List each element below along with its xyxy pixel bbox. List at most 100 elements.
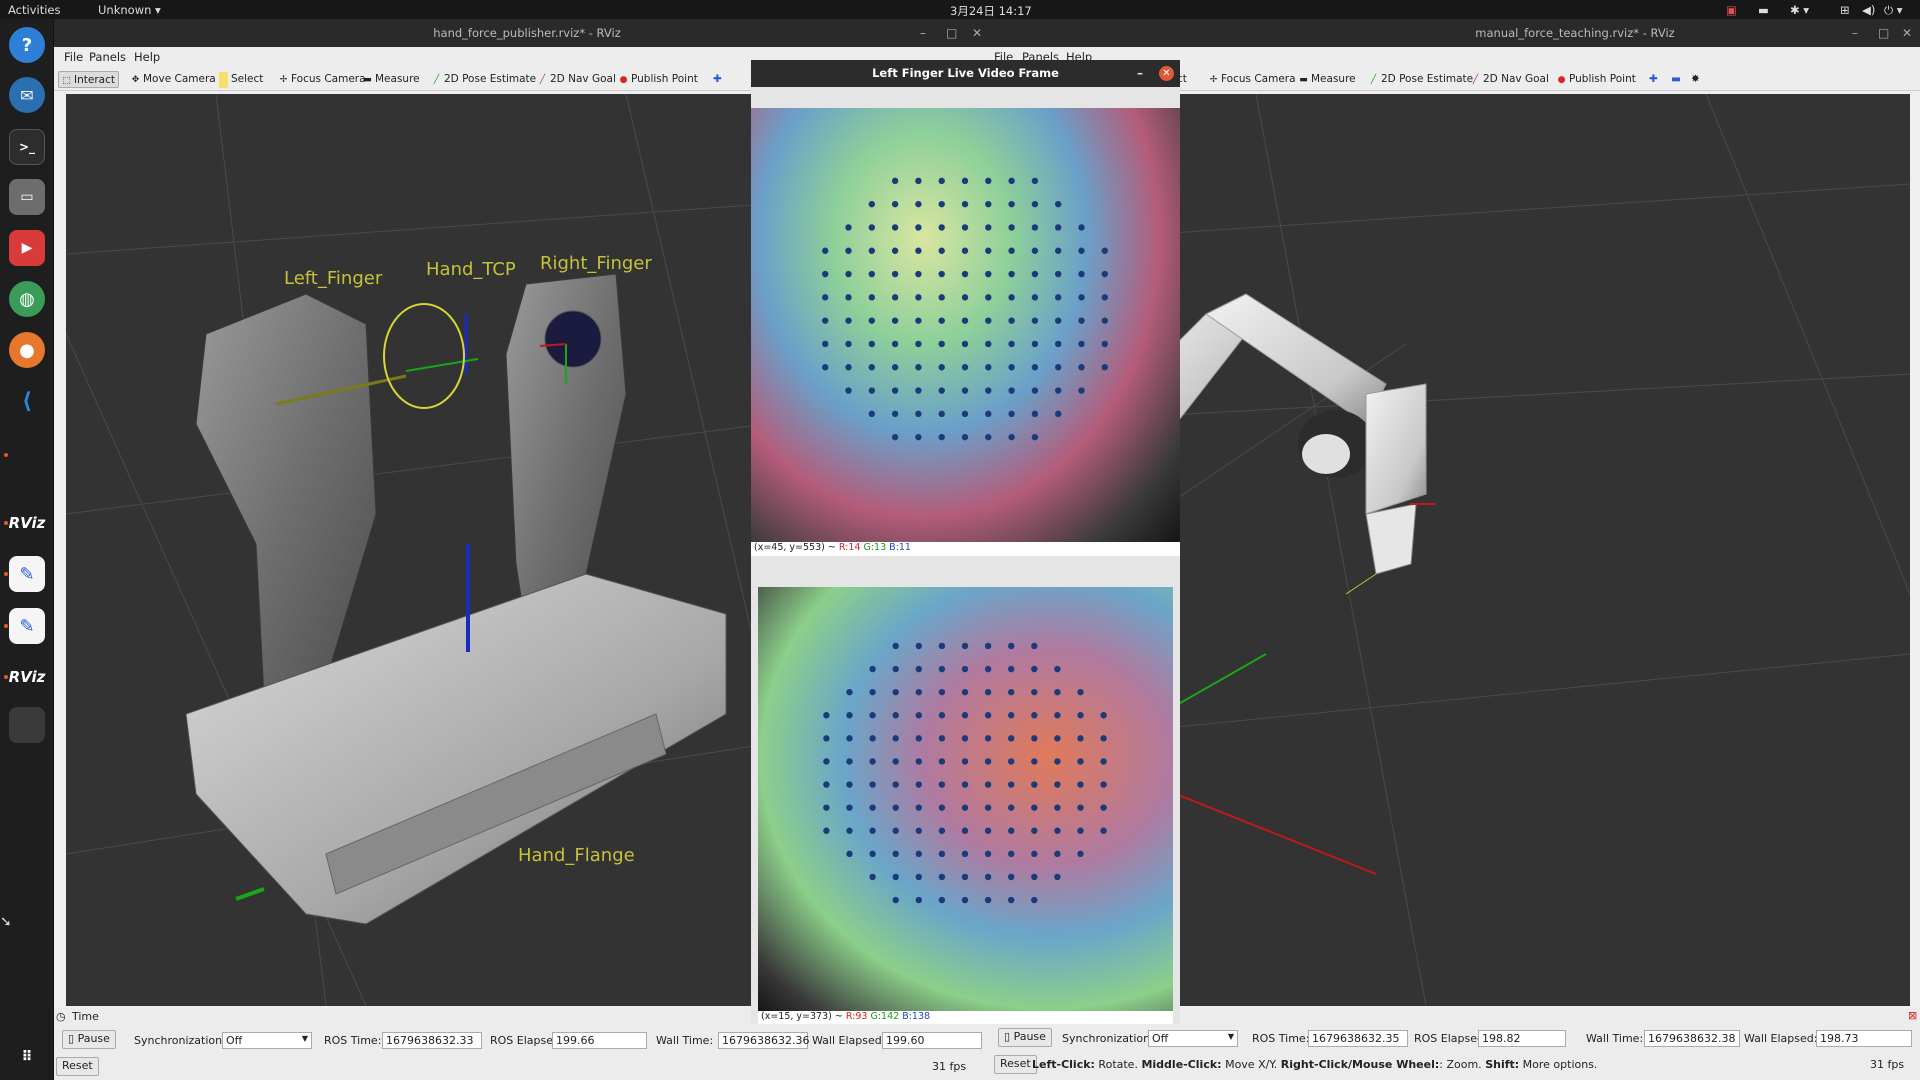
top-frame[interactable] bbox=[751, 108, 1180, 542]
volume-icon[interactable]: ◀) bbox=[1862, 3, 1875, 17]
wall-time-field[interactable]: 1679638632.38 bbox=[1644, 1030, 1740, 1047]
marker-dot bbox=[1055, 317, 1062, 324]
app-menu[interactable]: Unknown ▾ bbox=[98, 3, 161, 17]
menu-file[interactable]: File bbox=[64, 50, 83, 64]
close-panel-icon[interactable]: ⊠ bbox=[1908, 1009, 1917, 1022]
video-frame-app-icon[interactable] bbox=[9, 707, 45, 743]
files-icon[interactable]: ▭ bbox=[9, 179, 45, 215]
help-icon[interactable]: ? bbox=[9, 27, 45, 63]
tool-2d-pose-estimate[interactable]: ╱ 2D Pose Estimate bbox=[429, 71, 539, 88]
window-titlebar[interactable]: Left Finger Live Video Frame – ✕ bbox=[751, 60, 1180, 87]
marker-dot bbox=[869, 850, 876, 858]
tool-measure[interactable]: ▬ Measure bbox=[360, 71, 423, 88]
tool-measure[interactable]: ▬ Measure bbox=[1296, 71, 1359, 88]
keyboard-indicator-icon[interactable]: ▬ bbox=[1758, 3, 1769, 17]
sync-select[interactable]: Off ▼ bbox=[1148, 1030, 1238, 1047]
marker-dot bbox=[1031, 804, 1038, 811]
window-titlebar[interactable]: hand_force_publisher.rviz* - RViz – □ ✕ bbox=[54, 19, 1000, 47]
marker-dot bbox=[846, 804, 853, 811]
activities-button[interactable]: Activities bbox=[8, 3, 60, 17]
interact-icon: ⬚ bbox=[62, 76, 71, 86]
marker-dot bbox=[1054, 712, 1061, 719]
marker-dot bbox=[1054, 873, 1061, 881]
marker-dot bbox=[915, 827, 922, 834]
tool-focus-camera[interactable]: ✢ Focus Camera bbox=[276, 71, 369, 88]
tool-properties-icon[interactable]: ✸ bbox=[1688, 71, 1703, 88]
pdf-viewer-icon[interactable]: ▶ bbox=[9, 230, 45, 266]
firefox-icon[interactable]: ● bbox=[9, 332, 45, 368]
add-tool-button[interactable]: ✚ bbox=[710, 71, 725, 88]
wall-elapsed-field[interactable]: 199.60 bbox=[882, 1032, 982, 1049]
app-grid-icon[interactable]: ⠿ bbox=[9, 1039, 45, 1075]
window-titlebar[interactable]: manual_force_teaching.rviz* - RViz – □ ✕ bbox=[990, 19, 1920, 47]
tool-2d-nav-goal[interactable]: ╱ 2D Nav Goal bbox=[1468, 71, 1552, 88]
wall-time-field[interactable]: 1679638632.36 bbox=[718, 1032, 809, 1049]
marker-dot bbox=[985, 340, 992, 348]
network-icon[interactable]: ⊞ bbox=[1840, 3, 1850, 17]
marker-dot bbox=[1008, 177, 1015, 185]
terminal-icon[interactable]: >_ bbox=[9, 129, 45, 165]
text-editor-icon[interactable]: ✎ bbox=[9, 556, 45, 592]
marker-dot bbox=[985, 387, 992, 394]
browser-icon[interactable]: ◍ bbox=[9, 281, 45, 317]
pause-button[interactable]: ▯ Pause bbox=[62, 1030, 116, 1049]
vscode-icon[interactable]: ⟨ bbox=[9, 383, 45, 419]
ros-time-field[interactable]: 1679638632.33 bbox=[382, 1032, 482, 1049]
rviz-icon[interactable]: RViz bbox=[9, 659, 46, 695]
maximize-icon[interactable]: □ bbox=[1878, 19, 1889, 47]
tool-publish-point[interactable]: ● Publish Point bbox=[616, 71, 701, 88]
ros-elapsed-field[interactable]: 198.82 bbox=[1478, 1030, 1566, 1047]
tool-publish-point[interactable]: ● Publish Point bbox=[1554, 71, 1639, 88]
window-title: manual_force_teaching.rviz* - RViz bbox=[1475, 26, 1675, 40]
close-icon[interactable]: ✕ bbox=[1159, 66, 1174, 81]
accessibility-icon[interactable]: ✱ ▾ bbox=[1790, 3, 1809, 17]
marker-dot bbox=[938, 317, 945, 324]
marker-dot bbox=[1008, 340, 1015, 348]
camera-indicator-icon[interactable]: ▣ bbox=[1726, 3, 1737, 17]
marker-dot bbox=[1031, 850, 1038, 858]
marker-dot bbox=[1031, 433, 1039, 441]
menu-help[interactable]: Help bbox=[134, 50, 160, 64]
tool-interact[interactable]: ⬚ Interact bbox=[58, 71, 119, 88]
marker-dot bbox=[822, 340, 829, 348]
pause-button[interactable]: ▯ Pause bbox=[998, 1028, 1052, 1047]
tool-2d-pose-estimate[interactable]: ╱ 2D Pose Estimate bbox=[1366, 71, 1476, 88]
tool-focus-camera[interactable]: ✢ Focus Camera bbox=[1206, 71, 1299, 88]
ros-elapsed-field[interactable]: 199.66 bbox=[552, 1032, 647, 1049]
rviz-icon[interactable]: RViz bbox=[9, 505, 46, 541]
thunderbird-icon[interactable]: ✉ bbox=[9, 77, 45, 113]
tool-2d-nav-goal[interactable]: ╱ 2D Nav Goal bbox=[535, 71, 619, 88]
clock[interactable]: 3月24日 14:17 bbox=[950, 3, 1032, 19]
close-icon[interactable]: ✕ bbox=[1902, 19, 1912, 47]
marker-dot bbox=[938, 758, 946, 765]
tool-move-camera[interactable]: ✥ Move Camera bbox=[128, 71, 219, 88]
reset-button[interactable]: Reset bbox=[994, 1055, 1037, 1074]
add-tool-button[interactable]: ✚ bbox=[1646, 71, 1661, 88]
text-editor-icon[interactable]: ✎ bbox=[9, 608, 45, 644]
maximize-icon[interactable]: □ bbox=[946, 19, 957, 47]
ros-time-field[interactable]: 1679638632.35 bbox=[1308, 1030, 1408, 1047]
3d-viewport[interactable]: Left_Finger Hand_TCP Right_Finger Hand_F… bbox=[66, 94, 766, 1006]
measure-icon: ▬ bbox=[363, 75, 372, 85]
minimize-icon[interactable]: – bbox=[920, 19, 926, 47]
menu-panels[interactable]: Panels bbox=[89, 50, 126, 64]
sync-select[interactable]: Off ▼ bbox=[222, 1032, 312, 1049]
chevron-down-icon: ▼ bbox=[1227, 1032, 1234, 1041]
power-icon[interactable]: ⏻ ▾ bbox=[1884, 3, 1903, 18]
marker-dot bbox=[891, 247, 899, 254]
close-icon[interactable]: ✕ bbox=[972, 19, 982, 47]
marker-dot bbox=[961, 758, 969, 765]
reset-button[interactable]: Reset bbox=[56, 1057, 99, 1076]
marker-dot bbox=[1008, 735, 1015, 742]
minimize-icon[interactable]: – bbox=[1137, 60, 1143, 87]
tool-select[interactable]: Select bbox=[216, 71, 266, 88]
move-camera-icon: ✥ bbox=[131, 75, 140, 85]
marker-dots-top bbox=[822, 177, 1108, 441]
marker-dot bbox=[915, 665, 922, 673]
marker-dot bbox=[1077, 804, 1084, 811]
remove-tool-button[interactable]: ▬ bbox=[1668, 71, 1684, 88]
wall-elapsed-field[interactable]: 198.73 bbox=[1816, 1030, 1912, 1047]
bottom-frame[interactable] bbox=[758, 587, 1173, 1011]
minimize-icon[interactable]: – bbox=[1852, 19, 1858, 47]
marker-dot bbox=[868, 247, 875, 254]
